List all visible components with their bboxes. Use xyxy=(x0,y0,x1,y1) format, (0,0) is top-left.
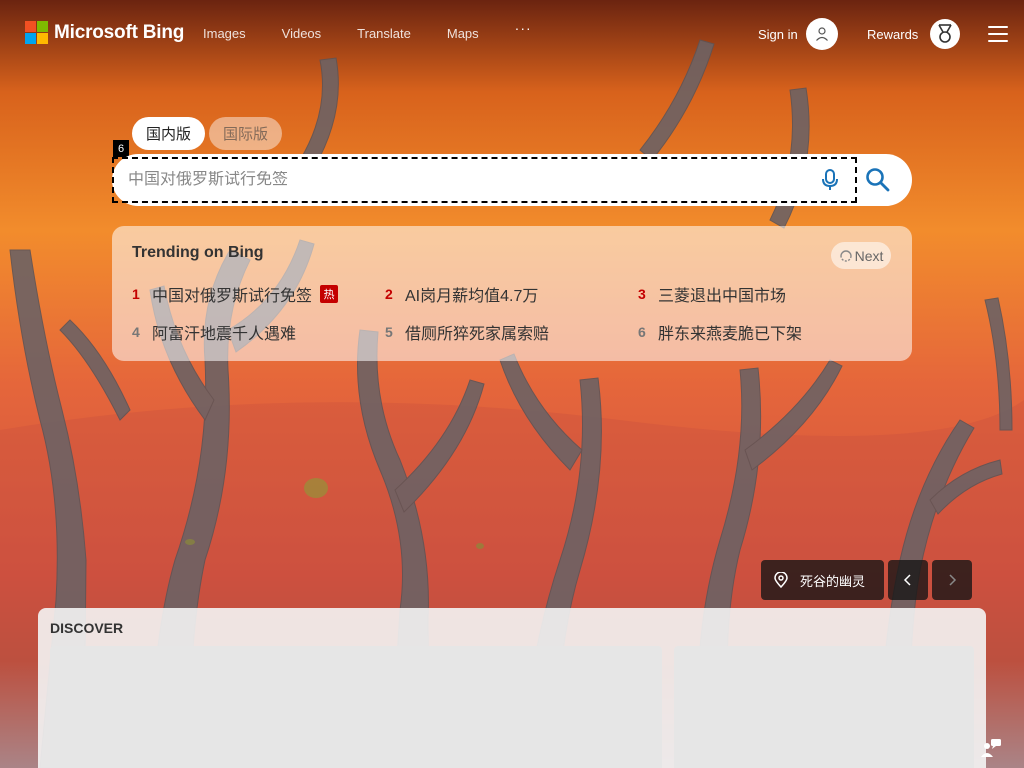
trending-title: Trending on Bing xyxy=(132,244,264,261)
image-location-label: 死谷的幽灵 xyxy=(800,573,866,589)
refresh-icon xyxy=(839,249,852,262)
trending-text: 借厕所猝死家属索赔 xyxy=(405,326,550,343)
trending-item[interactable]: 6 胖东来燕麦脆已下架 xyxy=(638,320,802,344)
trending-text: 阿富汗地震千人遇难 xyxy=(152,326,297,343)
sign-in-button[interactable]: Sign in xyxy=(758,18,838,50)
search-input-wrap xyxy=(112,157,857,203)
trending-text: AI岗月薪均值4.7万 xyxy=(405,288,539,305)
image-location-button[interactable]: 死谷的幽灵 xyxy=(761,560,884,600)
discover-card[interactable] xyxy=(50,646,662,768)
trending-item[interactable]: 4 阿富汗地震千人遇难 xyxy=(132,320,296,344)
feedback-icon[interactable] xyxy=(980,737,1002,764)
logo-text: Microsoft Bing xyxy=(54,21,185,43)
search-box xyxy=(112,154,912,206)
discover-card[interactable] xyxy=(674,646,974,768)
trending-rank: 3 xyxy=(638,286,646,302)
top-header: Microsoft Bing Images Videos Translate M… xyxy=(0,0,1024,66)
trending-next-button[interactable]: Next xyxy=(831,242,891,269)
rewards-label: Rewards xyxy=(867,26,919,42)
previous-image-button[interactable] xyxy=(888,560,928,600)
hot-badge: 热 xyxy=(320,285,339,303)
trending-item[interactable]: 3 三菱退出中国市场 xyxy=(638,282,786,306)
nav-maps[interactable]: Maps xyxy=(447,26,479,41)
discover-label: DISCOVER xyxy=(50,620,124,636)
more-menu-button[interactable]: ··· xyxy=(515,20,532,41)
tab-domestic[interactable]: 国内版 xyxy=(132,117,206,150)
search-region-tabs: 国内版 国际版 xyxy=(132,117,286,150)
top-nav: Images Videos Translate Maps ··· xyxy=(203,20,568,41)
rewards-button[interactable]: Rewards xyxy=(867,19,961,49)
search-icon[interactable] xyxy=(864,166,892,199)
trending-rank: 6 xyxy=(638,324,646,340)
next-label: Next xyxy=(854,247,884,264)
trending-text: 胖东来燕麦脆已下架 xyxy=(658,326,803,343)
location-pin-icon xyxy=(774,572,788,588)
nav-translate[interactable]: Translate xyxy=(357,26,411,41)
trending-text: 中国对俄罗斯试行免签 xyxy=(152,288,313,305)
sign-in-label: Sign in xyxy=(758,26,798,42)
trending-rank: 1 xyxy=(132,286,140,302)
tab-international[interactable]: 国际版 xyxy=(209,117,283,150)
trending-rank: 4 xyxy=(132,324,140,340)
microsoft-logo-icon xyxy=(25,21,48,44)
hamburger-menu-icon[interactable] xyxy=(988,26,1008,42)
chevron-left-icon xyxy=(903,574,911,586)
rewards-medal-icon xyxy=(930,19,961,49)
trending-item[interactable]: 5 借厕所猝死家属索赔 xyxy=(385,320,549,344)
microphone-icon[interactable] xyxy=(818,168,842,197)
element-marker: 6 xyxy=(113,140,129,157)
bing-logo[interactable]: Microsoft Bing xyxy=(25,21,184,44)
trending-rank: 5 xyxy=(385,324,393,340)
user-avatar-icon xyxy=(805,18,838,50)
discover-section: DISCOVER xyxy=(38,608,986,768)
trending-item[interactable]: 1 中国对俄罗斯试行免签 热 xyxy=(132,282,339,306)
trending-item[interactable]: 2 AI岗月薪均值4.7万 xyxy=(385,282,538,306)
chevron-right-icon xyxy=(949,574,957,586)
search-input[interactable] xyxy=(128,171,788,189)
nav-images[interactable]: Images xyxy=(203,26,246,41)
trending-panel: Trending on Bing Next 1 中国对俄罗斯试行免签 热 2 A… xyxy=(112,226,912,361)
trending-text: 三菱退出中国市场 xyxy=(658,288,787,305)
next-image-button[interactable] xyxy=(932,560,972,600)
nav-videos[interactable]: Videos xyxy=(282,26,322,41)
trending-rank: 2 xyxy=(385,286,393,302)
